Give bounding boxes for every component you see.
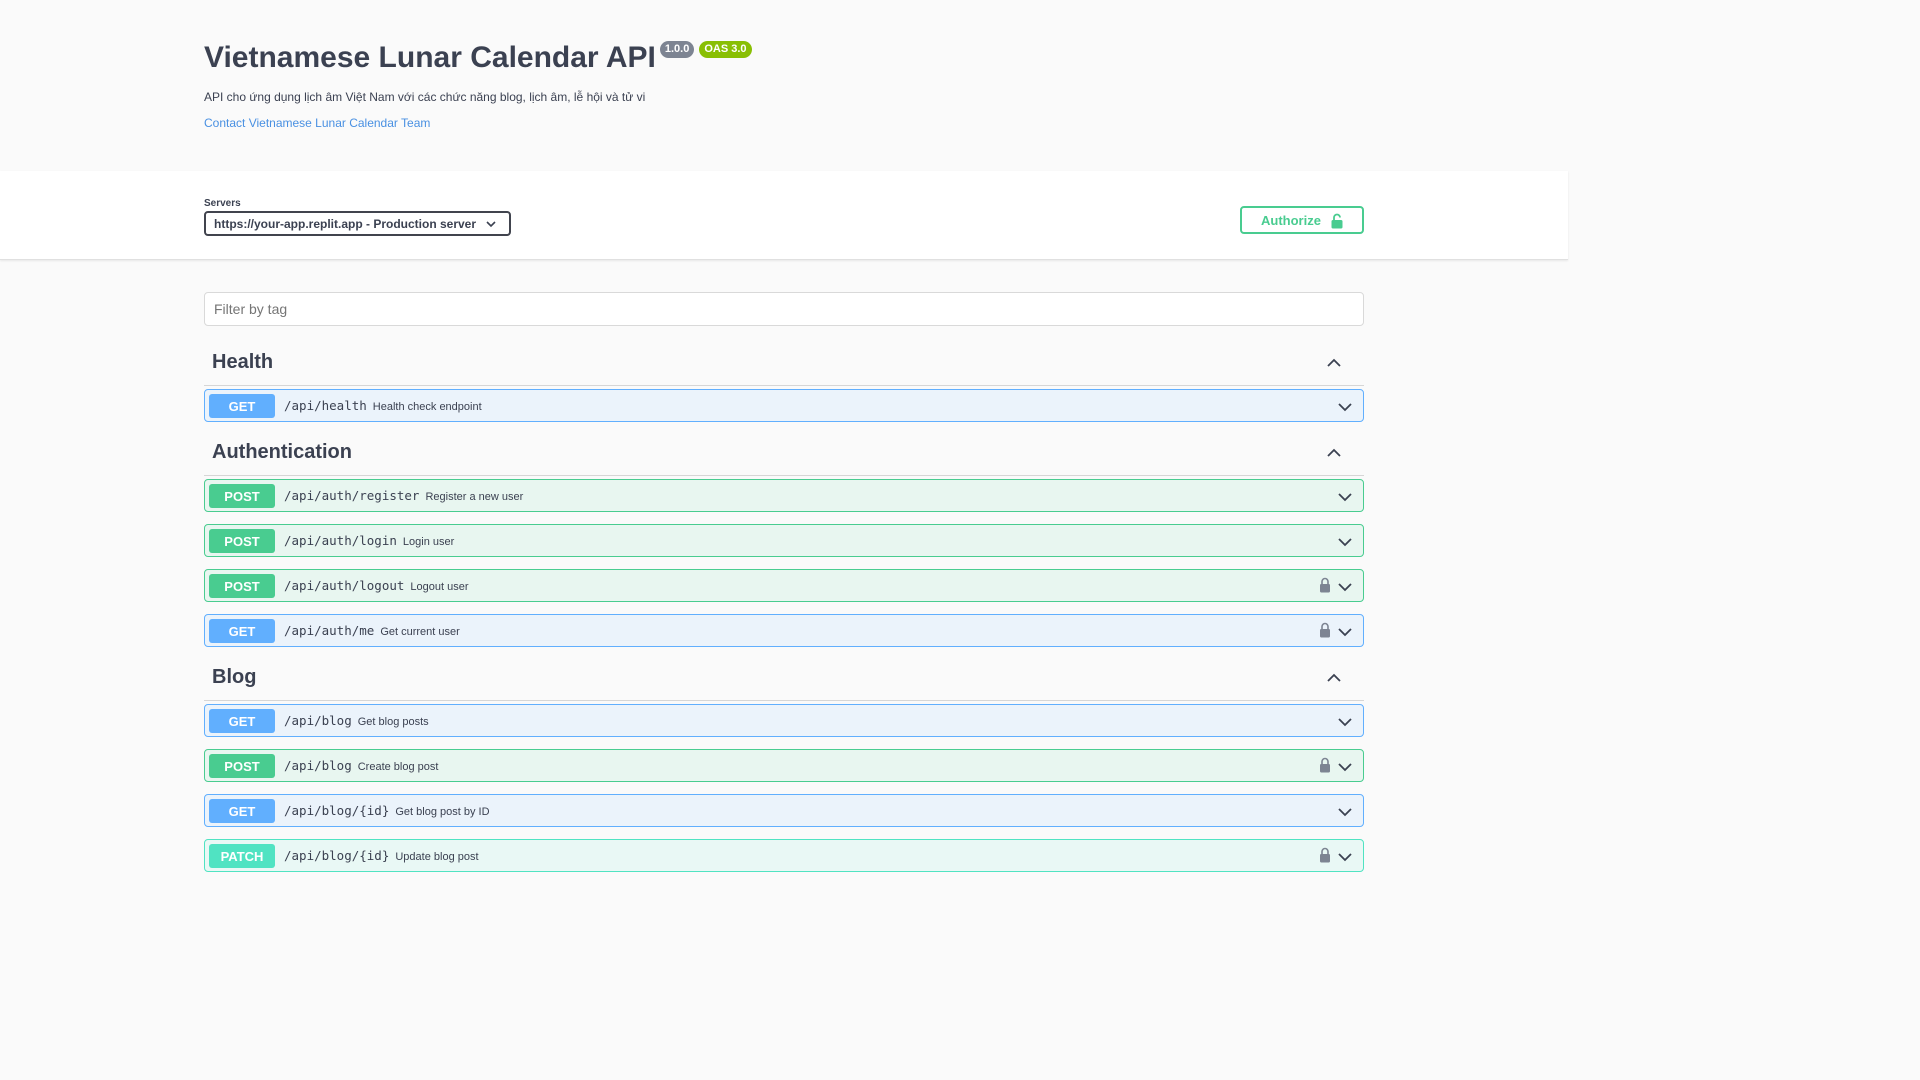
chevron-down-icon[interactable] — [1337, 579, 1353, 595]
unlock-icon — [1331, 213, 1343, 229]
operation-path: /api/blog/{id} Get blog post by ID — [284, 803, 490, 818]
method-badge: POST — [209, 754, 275, 778]
lock-icon[interactable] — [1319, 757, 1331, 773]
title-row: Vietnamese Lunar Calendar API 1.0.0 OAS … — [204, 36, 752, 80]
chevron-down-icon[interactable] — [1337, 489, 1353, 505]
tag-name: Authentication — [212, 441, 352, 463]
chevron-up-icon[interactable] — [1326, 355, 1342, 371]
operation-path-text: /api/auth/logout — [284, 578, 405, 593]
info-section: Vietnamese Lunar Calendar API 1.0.0 OAS … — [0, 0, 1568, 171]
operation-path-text: /api/health — [284, 398, 367, 413]
operation-row[interactable]: GET/api/auth/me Get current user — [204, 614, 1364, 647]
operation-path-text: /api/blog — [284, 713, 352, 728]
operation-path: /api/auth/logout Logout user — [284, 578, 469, 593]
tag-name: Health — [212, 351, 274, 373]
operation-summary: Health check endpoint — [372, 401, 482, 413]
method-badge: GET — [209, 709, 275, 733]
filter-by-tag-input[interactable] — [204, 292, 1364, 326]
scheme-container: Servers https://your-app.replit.app - Pr… — [0, 171, 1568, 260]
operation-path: /api/blog Create blog post — [284, 758, 438, 773]
authorize-button[interactable]: Authorize — [1240, 206, 1364, 234]
tag-section-blog: Blog GET/api/blog Get blog posts POST/api/b… — [204, 654, 1364, 872]
servers-selected-value: https://your-app.replit.app - Production… — [214, 216, 477, 231]
operation-path-text: /api/blog/{id} — [284, 803, 390, 818]
tag-header[interactable]: Blog — [204, 654, 1364, 701]
lock-icon[interactable] — [1319, 622, 1331, 638]
operation-summary: Register a new user — [425, 491, 524, 503]
operation-path-text: /api/blog/{id} — [284, 848, 390, 863]
lock-icon[interactable] — [1319, 577, 1331, 593]
operation-summary: Login user — [402, 536, 455, 548]
servers-select[interactable]: https://your-app.replit.app - Production… — [204, 211, 511, 236]
operation-path: /api/blog/{id} Update blog post — [284, 848, 479, 863]
method-badge: GET — [209, 799, 275, 823]
operation-path-text: /api/auth/me — [284, 623, 375, 638]
servers-label: Servers — [204, 198, 241, 209]
operation-summary: Get blog posts — [357, 716, 429, 728]
operation-row[interactable]: GET/api/blog Get blog posts — [204, 704, 1364, 737]
operation-row[interactable]: PATCH/api/blog/{id} Update blog post — [204, 839, 1364, 872]
operation-path: /api/blog Get blog posts — [284, 713, 429, 728]
chevron-down-icon[interactable] — [1337, 399, 1353, 415]
oas-badge: OAS 3.0 — [699, 41, 752, 58]
method-badge: GET — [209, 394, 275, 418]
operation-row[interactable]: GET/api/blog/{id} Get blog post by ID — [204, 794, 1364, 827]
version-badge: 1.0.0 — [659, 41, 695, 58]
api-description: API cho ứng dụng lịch âm Việt Nam với cá… — [204, 90, 646, 104]
chevron-up-icon[interactable] — [1326, 670, 1342, 686]
chevron-down-icon[interactable] — [1337, 849, 1353, 865]
method-badge: POST — [209, 484, 275, 508]
info-block: Vietnamese Lunar Calendar API 1.0.0 OAS … — [204, 36, 752, 130]
operation-path: /api/auth/me Get current user — [284, 623, 460, 638]
lock-icon[interactable] — [1319, 847, 1331, 863]
method-badge: GET — [209, 619, 275, 643]
chevron-up-icon[interactable] — [1326, 445, 1342, 461]
method-badge: PATCH — [209, 844, 275, 868]
operation-summary: Get blog post by ID — [395, 806, 490, 818]
chevron-down-icon[interactable] — [1337, 714, 1353, 730]
method-badge: POST — [209, 574, 275, 598]
operation-summary: Get current user — [380, 626, 460, 638]
operation-path-text: /api/auth/register — [284, 488, 420, 503]
operation-row[interactable]: POST/api/blog Create blog post — [204, 749, 1364, 782]
tag-section-health: Health GET/api/health Health check endpoin… — [204, 339, 1364, 422]
chevron-down-icon — [486, 221, 496, 228]
chevron-down-icon[interactable] — [1337, 804, 1353, 820]
operation-summary: Create blog post — [357, 761, 439, 773]
operation-row[interactable]: POST/api/auth/register Register a new use… — [204, 479, 1364, 512]
operation-row[interactable]: POST/api/auth/logout Logout user — [204, 569, 1364, 602]
contact-link[interactable]: Contact Vietnamese Lunar Calendar Team — [204, 116, 752, 130]
operation-summary: Update blog post — [395, 851, 479, 863]
operation-path: /api/auth/login Login user — [284, 533, 454, 548]
method-badge: POST — [209, 529, 275, 553]
operation-summary: Logout user — [410, 581, 469, 593]
tag-section-authentication: Authentication POST/api/auth/register Regi… — [204, 429, 1364, 647]
operation-row[interactable]: GET/api/health Health check endpoint — [204, 389, 1364, 422]
api-title: Vietnamese Lunar Calendar API — [204, 41, 656, 74]
tag-name: Blog — [212, 666, 257, 688]
operation-path: /api/health Health check endpoint — [284, 398, 482, 413]
chevron-down-icon[interactable] — [1337, 534, 1353, 550]
operation-path: /api/auth/register Register a new user — [284, 488, 523, 503]
operation-path-text: /api/auth/login — [284, 533, 397, 548]
tag-header[interactable]: Health — [204, 339, 1364, 386]
chevron-down-icon[interactable] — [1337, 759, 1353, 775]
operation-path-text: /api/blog — [284, 758, 352, 773]
chevron-down-icon[interactable] — [1337, 624, 1353, 640]
tag-header[interactable]: Authentication — [204, 429, 1364, 476]
authorize-label: Authorize — [1261, 212, 1321, 228]
operation-row[interactable]: POST/api/auth/login Login user — [204, 524, 1364, 557]
